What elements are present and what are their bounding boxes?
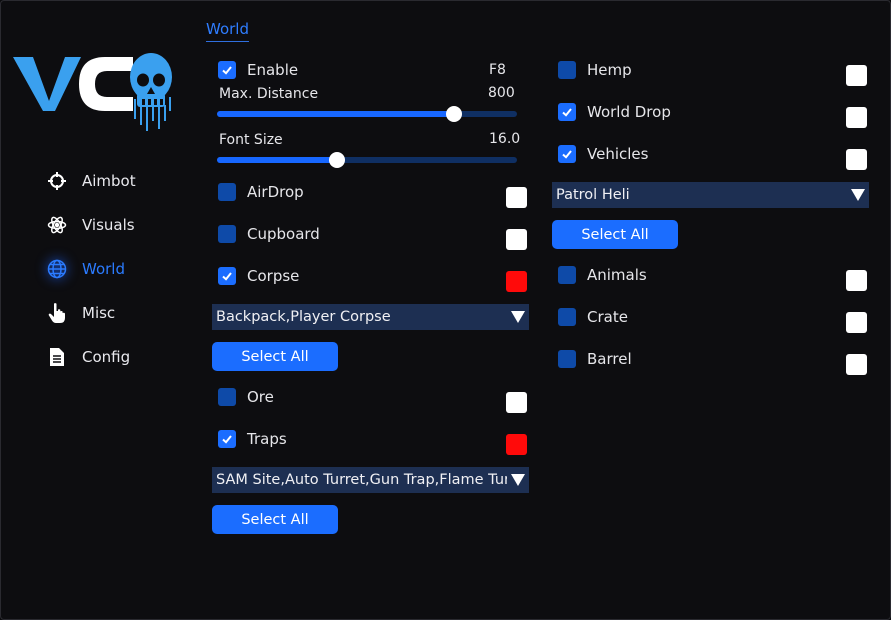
checkmark-icon bbox=[562, 150, 572, 159]
dropdown-value: Backpack,Player Corpse bbox=[216, 309, 391, 325]
airdrop-checkbox[interactable] bbox=[218, 183, 236, 201]
triangle-down-icon bbox=[847, 182, 869, 208]
document-icon bbox=[45, 345, 69, 369]
sidebar-item-config[interactable]: Config bbox=[45, 343, 185, 371]
corpse-checkbox[interactable] bbox=[218, 267, 236, 285]
crosshair-icon bbox=[45, 169, 69, 193]
slider-knob[interactable] bbox=[329, 152, 345, 168]
vehicles-checkbox[interactable] bbox=[558, 145, 576, 163]
enable-hotkey[interactable]: F8 bbox=[489, 62, 506, 78]
section-title: World bbox=[206, 20, 249, 42]
barrel-checkbox[interactable] bbox=[558, 350, 576, 368]
sidebar-item-aimbot[interactable]: Aimbot bbox=[45, 167, 185, 195]
traps-color-swatch[interactable] bbox=[506, 434, 527, 455]
vehicles-select-all-button[interactable]: Select All bbox=[552, 220, 678, 249]
font-size-label: Font Size bbox=[219, 132, 283, 148]
triangle-down-icon bbox=[507, 467, 529, 493]
ore-label: Ore bbox=[247, 388, 274, 406]
checkmark-icon bbox=[562, 108, 572, 117]
sidebar-item-world[interactable]: World bbox=[45, 255, 185, 283]
barrel-color-swatch[interactable] bbox=[846, 354, 867, 375]
cupboard-label: Cupboard bbox=[247, 225, 320, 243]
dropdown-value: Patrol Heli bbox=[556, 187, 630, 203]
animals-label: Animals bbox=[587, 266, 647, 284]
corpse-select-all-button[interactable]: Select All bbox=[212, 342, 338, 371]
vehicles-label: Vehicles bbox=[587, 145, 649, 163]
animals-checkbox[interactable] bbox=[558, 266, 576, 284]
checkmark-icon bbox=[222, 435, 232, 444]
sidebar-item-label: Config bbox=[82, 348, 131, 366]
vehicles-type-dropdown[interactable]: Patrol Heli bbox=[552, 182, 869, 208]
traps-label: Traps bbox=[247, 430, 287, 448]
corpse-color-swatch[interactable] bbox=[506, 271, 527, 292]
sidebar-item-label: Misc bbox=[82, 304, 116, 322]
slider-fill bbox=[217, 157, 337, 163]
world-settings-window: Aimbot Visuals World Misc Config World E… bbox=[0, 0, 891, 620]
dropdown-value: SAM Site,Auto Turret,Gun Trap,Flame Turr… bbox=[216, 472, 507, 488]
world-drop-label: World Drop bbox=[587, 103, 671, 121]
barrel-label: Barrel bbox=[587, 350, 632, 368]
font-size-value: 16.0 bbox=[489, 131, 521, 147]
sidebar-item-visuals[interactable]: Visuals bbox=[45, 211, 185, 239]
max-distance-label: Max. Distance bbox=[219, 86, 319, 102]
triangle-down-icon bbox=[507, 304, 529, 330]
ore-color-swatch[interactable] bbox=[506, 392, 527, 413]
airdrop-color-swatch[interactable] bbox=[506, 187, 527, 208]
sidebar-item-label: World bbox=[82, 260, 125, 278]
hemp-label: Hemp bbox=[587, 61, 632, 79]
cupboard-color-swatch[interactable] bbox=[506, 229, 527, 250]
pointer-hand-icon bbox=[45, 301, 69, 325]
max-distance-value: 800 bbox=[488, 85, 515, 101]
traps-type-dropdown[interactable]: SAM Site,Auto Turret,Gun Trap,Flame Turr… bbox=[212, 467, 529, 493]
vehicles-color-swatch[interactable] bbox=[846, 149, 867, 170]
ore-checkbox[interactable] bbox=[218, 388, 236, 406]
sidebar-item-label: Visuals bbox=[82, 216, 135, 234]
slider-fill bbox=[217, 111, 454, 117]
corpse-type-dropdown[interactable]: Backpack,Player Corpse bbox=[212, 304, 529, 330]
max-distance-slider[interactable] bbox=[217, 106, 517, 122]
cupboard-checkbox[interactable] bbox=[218, 225, 236, 243]
world-drop-checkbox[interactable] bbox=[558, 103, 576, 121]
crate-label: Crate bbox=[587, 308, 628, 326]
atom-icon bbox=[45, 213, 69, 237]
corpse-label: Corpse bbox=[247, 267, 300, 285]
crate-checkbox[interactable] bbox=[558, 308, 576, 326]
traps-checkbox[interactable] bbox=[218, 430, 236, 448]
animals-color-swatch[interactable] bbox=[846, 270, 867, 291]
enable-checkbox[interactable] bbox=[218, 61, 236, 79]
hemp-color-swatch[interactable] bbox=[846, 65, 867, 86]
airdrop-label: AirDrop bbox=[247, 183, 304, 201]
world-drop-color-swatch[interactable] bbox=[846, 107, 867, 128]
enable-label: Enable bbox=[247, 61, 299, 79]
traps-select-all-button[interactable]: Select All bbox=[212, 505, 338, 534]
checkmark-icon bbox=[222, 66, 232, 75]
hemp-checkbox[interactable] bbox=[558, 61, 576, 79]
font-size-slider[interactable] bbox=[217, 152, 517, 168]
sidebar-item-misc[interactable]: Misc bbox=[45, 299, 185, 327]
checkmark-icon bbox=[222, 272, 232, 281]
vc-skull-logo bbox=[13, 53, 172, 131]
slider-knob[interactable] bbox=[446, 106, 462, 122]
crate-color-swatch[interactable] bbox=[846, 312, 867, 333]
sidebar-item-label: Aimbot bbox=[82, 172, 136, 190]
globe-icon bbox=[45, 257, 69, 281]
